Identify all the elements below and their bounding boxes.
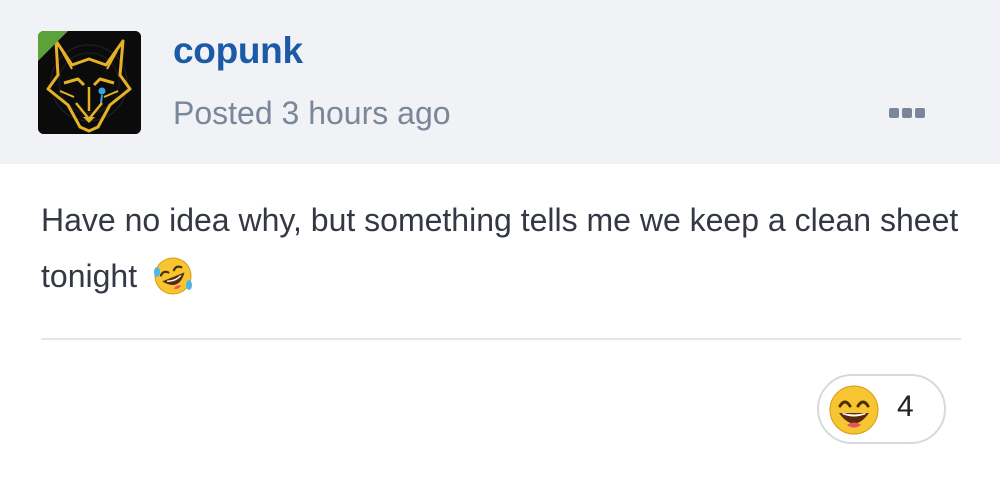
reaction-button[interactable]: 4	[817, 374, 946, 444]
post-header: copunk Posted 3 hours ago	[0, 0, 1000, 164]
grinning-face-emoji-icon	[828, 384, 880, 441]
rolling-on-floor-laughing-emoji-icon	[152, 255, 194, 314]
ellipsis-icon	[902, 108, 912, 118]
reaction-count: 4	[897, 390, 914, 423]
ellipsis-icon	[915, 108, 925, 118]
forum-post: copunk Posted 3 hours ago Have no idea w…	[0, 0, 1000, 477]
post-content: Have no idea why, but something tells me…	[41, 192, 961, 314]
post-timestamp: Posted 3 hours ago	[173, 95, 451, 131]
ellipsis-icon	[889, 108, 899, 118]
more-options-button[interactable]	[882, 100, 932, 126]
divider	[41, 338, 961, 340]
online-status-indicator	[38, 31, 68, 61]
author-name-link[interactable]: copunk	[173, 30, 303, 72]
